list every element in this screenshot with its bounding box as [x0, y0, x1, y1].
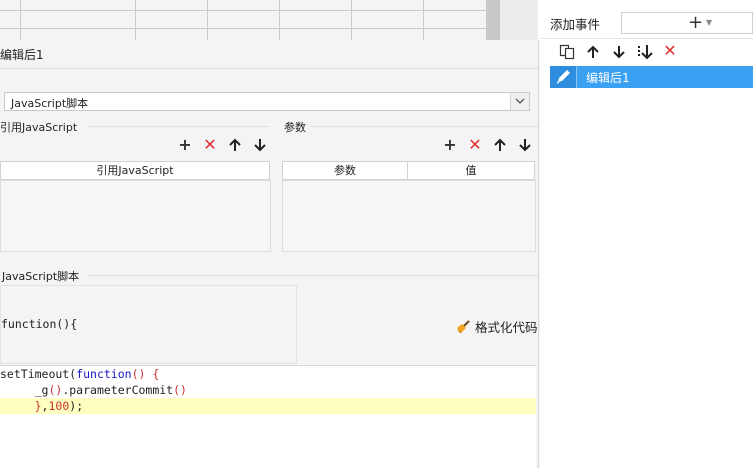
params-delete-button[interactable]: ✕ — [467, 137, 483, 153]
code-line-1: setTimeout(function() { — [0, 367, 160, 381]
arrow-up-icon — [587, 45, 599, 58]
event-item-label: 编辑后1 — [586, 71, 630, 85]
params-col-name-header: 参数 — [282, 161, 408, 180]
plus-icon: + — [688, 12, 704, 33]
params-col-value-text: 值 — [465, 164, 477, 177]
chevron-down-icon[interactable] — [510, 93, 529, 110]
params-label: 参数 — [284, 121, 306, 134]
function-header: function(){ — [1, 317, 78, 331]
code-editor[interactable]: setTimeout(function() { _g().parameterCo… — [0, 365, 536, 469]
arrow-up-icon — [229, 138, 241, 151]
add-event-label: 添加事件 — [550, 17, 601, 32]
editor-title: 编辑后1 — [0, 48, 44, 62]
params-col-value-header: 值 — [407, 161, 535, 180]
event-move-up-button[interactable] — [586, 45, 600, 62]
copy-icon — [559, 44, 575, 60]
copy-event-button[interactable] — [559, 44, 575, 63]
params-add-button[interactable]: + — [442, 137, 458, 153]
event-move-bottom-button[interactable] — [636, 44, 654, 63]
code-line-2: _g().parameterCommit() — [0, 383, 187, 397]
broom-icon — [457, 319, 470, 333]
params-move-down-button[interactable] — [518, 138, 532, 155]
ref-js-delete-button[interactable]: ✕ — [202, 137, 218, 153]
params-move-up-button[interactable] — [493, 138, 507, 155]
move-to-bottom-icon — [638, 45, 653, 60]
caret-down-icon: ▼ — [706, 18, 713, 27]
ref-js-move-up-button[interactable] — [228, 138, 242, 155]
event-list-item[interactable]: 编辑后1 — [550, 66, 753, 88]
ref-js-column-header: 引用JavaScript — [96, 164, 174, 177]
code-line-3: },100); — [0, 398, 536, 414]
function-header-box: function(){ — [0, 285, 297, 364]
format-code-label: 格式化代码 — [475, 320, 538, 335]
add-event-button[interactable]: + ▼ — [621, 12, 753, 34]
panel-divider — [538, 40, 539, 468]
params-col-name-text: 参数 — [334, 164, 356, 177]
ref-js-label: 引用JavaScript — [0, 121, 78, 134]
arrow-up-icon — [494, 138, 506, 151]
event-move-down-button[interactable] — [612, 45, 626, 62]
arrow-down-icon — [519, 139, 531, 152]
grid-side-strip — [500, 0, 538, 40]
spreadsheet-grid — [0, 0, 500, 40]
ref-js-move-down-button[interactable] — [253, 138, 267, 155]
ref-js-add-button[interactable]: + — [177, 137, 193, 153]
script-divider — [88, 275, 538, 276]
edit-pencil-icon — [550, 66, 577, 88]
script-label: JavaScript脚本 — [2, 270, 80, 283]
script-type-select[interactable]: JavaScript脚本 — [4, 92, 530, 111]
editor-title-bar: 编辑后1 — [0, 40, 540, 69]
arrow-down-icon — [613, 46, 625, 59]
ref-js-divider — [88, 126, 270, 127]
ref-js-table-body[interactable] — [0, 180, 271, 252]
params-divider — [310, 126, 538, 127]
ref-js-table-header: 引用JavaScript — [0, 161, 270, 180]
arrow-down-icon — [254, 139, 266, 152]
grid-scroll-gap — [486, 0, 500, 40]
format-code-button[interactable]: 格式化代码 — [455, 317, 538, 336]
script-type-value: JavaScript脚本 — [11, 97, 89, 110]
events-toolbar: ✕ — [540, 38, 753, 65]
params-table-body[interactable] — [282, 180, 536, 252]
event-delete-button[interactable]: ✕ — [662, 43, 678, 59]
